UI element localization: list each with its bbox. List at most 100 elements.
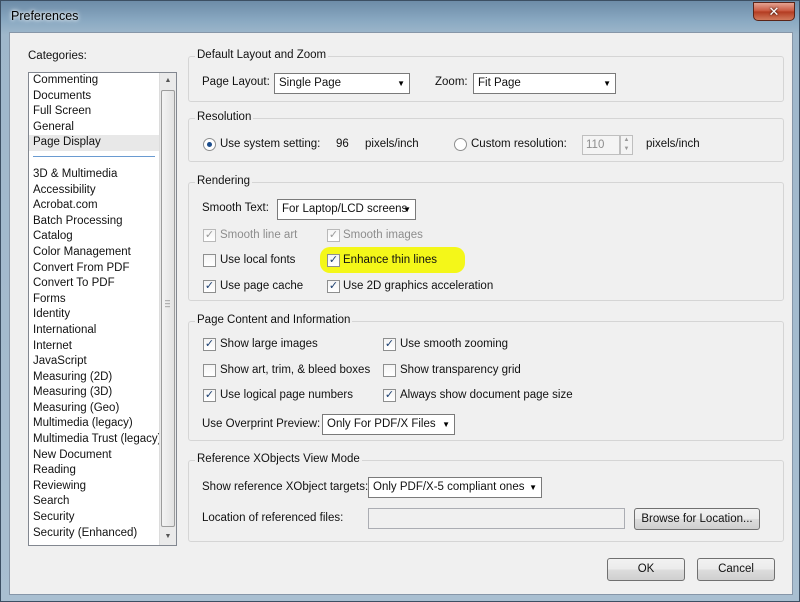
category-item[interactable]: Measuring (2D) (29, 370, 159, 386)
category-item[interactable]: Catalog (29, 229, 159, 245)
close-button[interactable]: ✕ (753, 2, 795, 21)
group-resolution: Resolution Use system setting: 96 pixels… (188, 111, 784, 162)
cancel-button[interactable]: Cancel (697, 558, 775, 581)
categories-list[interactable]: Commenting Documents Full Screen General Pag… (28, 72, 177, 546)
use-2d-acceleration-label: Use 2D graphics acceleration (343, 280, 494, 292)
category-item[interactable]: Measuring (3D) (29, 385, 159, 401)
group-default-layout-zoom: Default Layout and Zoom Page Layout: Sin… (188, 49, 784, 102)
chevron-down-icon: ▼ (397, 79, 405, 88)
grip-icon: – – – (165, 295, 171, 311)
category-separator (29, 151, 159, 167)
use-local-fonts-checkbox[interactable] (203, 254, 216, 267)
smooth-text-select[interactable]: For Laptop/LCD screens ▼ (277, 199, 416, 220)
use-page-cache-label: Use page cache (220, 280, 304, 292)
show-large-images-label: Show large images (220, 338, 318, 350)
custom-resolution-input[interactable]: 110 (582, 135, 620, 155)
show-art-trim-bleed-label: Show art, trim, & bleed boxes (220, 364, 371, 376)
category-item[interactable]: Accessibility (29, 183, 159, 199)
category-item[interactable]: Page Display (29, 135, 159, 151)
category-item[interactable]: Reviewing (29, 479, 159, 495)
custom-resolution-unit: pixels/inch (646, 138, 700, 150)
use-system-setting-radio[interactable] (203, 138, 216, 151)
categories-label: Categories: (28, 50, 87, 62)
page-layout-select[interactable]: Single Page ▼ (274, 73, 410, 94)
group-reference-xobjects: Reference XObjects View Mode Show refere… (188, 453, 784, 542)
category-item[interactable]: Multimedia (legacy) (29, 416, 159, 432)
category-item[interactable]: JavaScript (29, 354, 159, 370)
show-transparency-grid-label: Show transparency grid (400, 364, 521, 376)
chevron-down-icon: ▼ (529, 483, 537, 492)
category-item[interactable]: International (29, 323, 159, 339)
title-bar[interactable]: Preferences ✕ (1, 1, 800, 31)
show-large-images-checkbox[interactable]: ✓ (203, 338, 216, 351)
use-2d-acceleration-checkbox[interactable]: ✓ (327, 280, 340, 293)
category-item[interactable]: Security (29, 510, 159, 526)
use-smooth-zooming-checkbox[interactable]: ✓ (383, 338, 396, 351)
enhance-thin-lines-label: Enhance thin lines (343, 254, 437, 266)
custom-resolution-label: Custom resolution: (471, 138, 567, 150)
zoom-select[interactable]: Fit Page ▼ (473, 73, 616, 94)
chevron-down-icon: ▼ (442, 420, 450, 429)
category-item[interactable]: Commenting (29, 73, 159, 89)
category-item[interactable]: Search (29, 494, 159, 510)
category-item[interactable]: General (29, 120, 159, 136)
referenced-files-location-field[interactable] (368, 508, 625, 529)
enhance-thin-lines-checkbox[interactable]: ✓ (327, 254, 340, 267)
browse-for-location-button[interactable]: Browse for Location... (634, 508, 760, 530)
custom-resolution-stepper[interactable]: ▲ ▼ (620, 135, 633, 155)
xobject-targets-label: Show reference XObject targets: (202, 481, 369, 493)
category-item[interactable]: Batch Processing (29, 214, 159, 230)
use-system-setting-label: Use system setting: (220, 138, 321, 150)
scroll-thumb[interactable]: – – – (161, 90, 175, 527)
smooth-images-checkbox[interactable]: ✓ (327, 229, 340, 242)
overprint-preview-select[interactable]: Only For PDF/X Files ▼ (322, 414, 455, 435)
xobject-targets-select[interactable]: Only PDF/X-5 compliant ones ▼ (368, 477, 542, 498)
group-title: Resolution (195, 111, 254, 123)
always-show-page-size-label: Always show document page size (400, 389, 573, 401)
scroll-up-arrow-icon[interactable]: ▲ (160, 73, 176, 89)
category-item[interactable]: Forms (29, 292, 159, 308)
system-resolution-unit: pixels/inch (365, 138, 419, 150)
overprint-preview-label: Use Overprint Preview: (202, 418, 321, 430)
dialog-client-area: Categories: Commenting Documents Full Scre… (9, 32, 793, 595)
close-icon: ✕ (768, 4, 780, 19)
use-logical-page-numbers-checkbox[interactable]: ✓ (203, 389, 216, 402)
show-transparency-grid-checkbox[interactable] (383, 364, 396, 377)
category-item[interactable]: Security (Enhanced) (29, 526, 159, 542)
category-item[interactable]: Multimedia Trust (legacy) (29, 432, 161, 448)
use-page-cache-checkbox[interactable]: ✓ (203, 280, 216, 293)
category-item[interactable]: New Document (29, 448, 159, 464)
scroll-down-arrow-icon[interactable]: ▼ (160, 529, 176, 545)
preferences-dialog: Preferences ✕ Categories: Commenting Docu… (0, 0, 800, 602)
show-art-trim-bleed-checkbox[interactable] (203, 364, 216, 377)
category-item[interactable]: Color Management (29, 245, 159, 261)
categories-scrollbar[interactable]: ▲ – – – ▼ (159, 73, 176, 545)
category-item[interactable]: Internet (29, 339, 159, 355)
category-item[interactable]: Convert To PDF (29, 276, 159, 292)
categories-items: Commenting Documents Full Screen General Pag… (29, 73, 161, 542)
smooth-line-art-checkbox[interactable]: ✓ (203, 229, 216, 242)
custom-resolution-radio[interactable] (454, 138, 467, 151)
category-item[interactable]: Full Screen (29, 104, 159, 120)
category-item[interactable]: Measuring (Geo) (29, 401, 159, 417)
smooth-line-art-label: Smooth line art (220, 229, 298, 241)
category-item[interactable]: 3D & Multimedia (29, 167, 159, 183)
category-item[interactable]: Identity (29, 307, 159, 323)
group-title: Default Layout and Zoom (195, 49, 329, 61)
use-local-fonts-label: Use local fonts (220, 254, 296, 266)
page-layout-label: Page Layout: (202, 76, 270, 88)
group-title: Reference XObjects View Mode (195, 453, 362, 465)
referenced-files-location-label: Location of referenced files: (202, 512, 344, 524)
group-page-content: Page Content and Information ✓ Show larg… (188, 314, 784, 441)
category-item[interactable]: Documents (29, 89, 159, 105)
group-rendering: Rendering Smooth Text: For Laptop/LCD sc… (188, 175, 784, 301)
chevron-down-icon: ▼ (403, 205, 411, 214)
ok-button[interactable]: OK (607, 558, 685, 581)
always-show-page-size-checkbox[interactable]: ✓ (383, 389, 396, 402)
category-item[interactable]: Reading (29, 463, 159, 479)
category-item[interactable]: Acrobat.com (29, 198, 159, 214)
zoom-label: Zoom: (435, 76, 468, 88)
category-item[interactable]: Convert From PDF (29, 261, 159, 277)
smooth-images-label: Smooth images (343, 229, 423, 241)
chevron-down-icon: ▼ (603, 79, 611, 88)
